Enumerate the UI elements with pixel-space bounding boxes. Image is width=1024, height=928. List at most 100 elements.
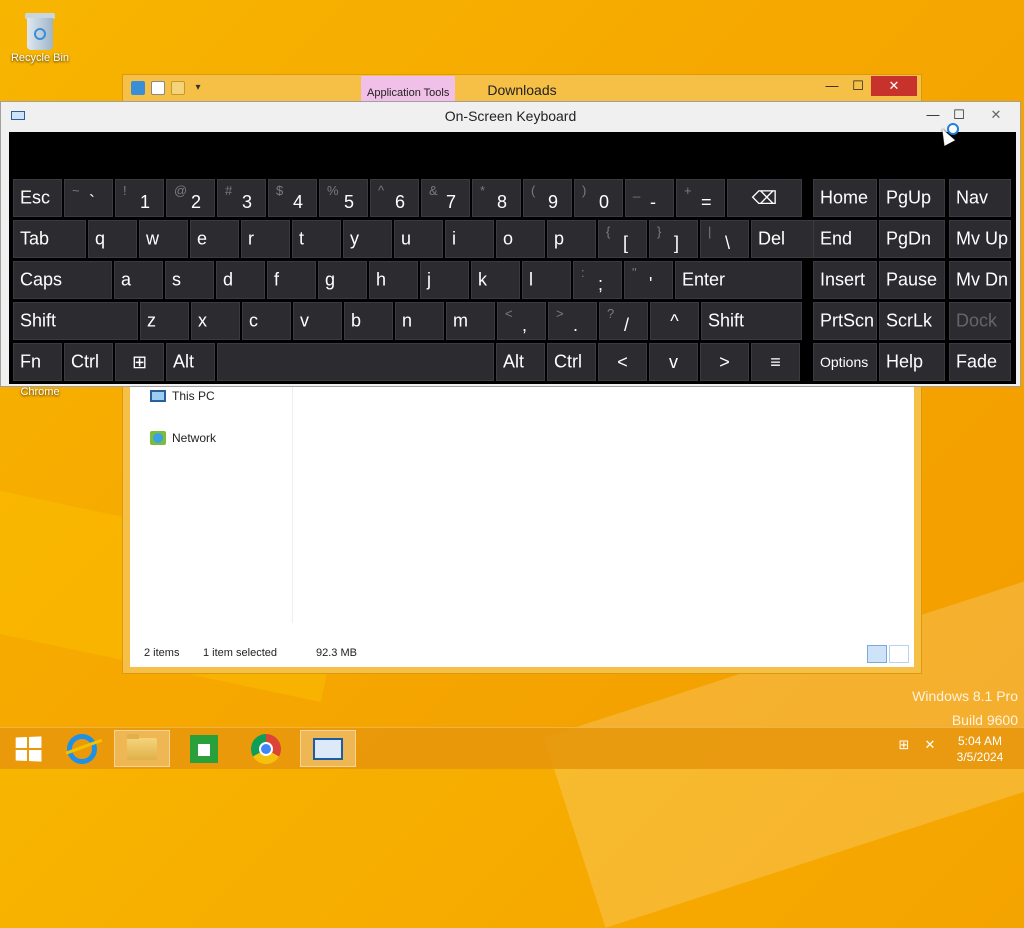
large-icons-view-button[interactable] — [889, 645, 909, 663]
key-enter[interactable]: Enter — [675, 261, 802, 299]
key-key[interactable]: ~ ` — [64, 179, 113, 217]
key-b[interactable]: b — [344, 302, 393, 340]
taskbar-file-explorer[interactable] — [114, 730, 170, 767]
key-arrow-left-icon[interactable]: < — [598, 343, 647, 381]
explorer-minimize-button[interactable]: — — [819, 76, 845, 96]
key-v[interactable]: v — [293, 302, 342, 340]
key-9[interactable]: (9 — [523, 179, 572, 217]
volume-muted-icon[interactable]: ✕ — [922, 737, 938, 753]
key-pgdn[interactable]: PgDn — [879, 220, 945, 258]
key-help[interactable]: Help — [879, 343, 945, 381]
key-k[interactable]: k — [471, 261, 520, 299]
taskbar-on-screen-keyboard[interactable] — [300, 730, 356, 767]
key-key[interactable]: _ - — [625, 179, 674, 217]
properties-icon[interactable] — [151, 81, 165, 95]
taskbar-chrome[interactable] — [238, 730, 294, 767]
key-j[interactable]: j — [420, 261, 469, 299]
desktop-icon-chrome-label[interactable]: Chrome — [0, 386, 80, 398]
key-d[interactable]: d — [216, 261, 265, 299]
key-f[interactable]: f — [267, 261, 316, 299]
key-u[interactable]: u — [394, 220, 443, 258]
key-l[interactable]: l — [522, 261, 571, 299]
key-m[interactable]: m — [446, 302, 495, 340]
key-c[interactable]: c — [242, 302, 291, 340]
explorer-app-icon[interactable] — [131, 81, 145, 95]
key-5[interactable]: % 5 — [319, 179, 368, 217]
key-key[interactable]: ? / — [599, 302, 648, 340]
desktop-icon-recycle-bin[interactable]: Recycle Bin — [0, 4, 80, 64]
osk-minimize-button[interactable]: — — [921, 105, 945, 125]
key-key[interactable]: :; — [573, 261, 622, 299]
application-tools-tab[interactable]: Application Tools — [361, 76, 456, 102]
key-pause[interactable]: Pause — [879, 261, 945, 299]
key-y[interactable]: y — [343, 220, 392, 258]
key-alt[interactable]: Alt — [496, 343, 545, 381]
key-4[interactable]: $4 — [268, 179, 317, 217]
key-esc[interactable]: Esc — [13, 179, 62, 217]
key-insert[interactable]: Insert — [813, 261, 877, 299]
key-ctrl[interactable]: Ctrl — [64, 343, 113, 381]
key-arrow-up-icon[interactable]: ^ — [650, 302, 699, 340]
key-n[interactable]: n — [395, 302, 444, 340]
nav-item-network[interactable]: Network — [150, 431, 216, 445]
key-key[interactable]: }] — [649, 220, 698, 258]
system-clock[interactable]: 5:04 AM 3/5/2024 — [950, 733, 1010, 765]
key-windows-logo-icon[interactable]: ⊞ — [115, 343, 164, 381]
key-p[interactable]: p — [547, 220, 596, 258]
key-arrow-down-icon[interactable]: v — [649, 343, 698, 381]
key-h[interactable]: h — [369, 261, 418, 299]
start-button[interactable] — [0, 730, 56, 767]
key-key[interactable]: " ' — [624, 261, 673, 299]
key-end[interactable]: End — [813, 220, 877, 258]
key-s[interactable]: s — [165, 261, 214, 299]
key-mv-dn[interactable]: Mv Dn — [949, 261, 1011, 299]
osk-close-button[interactable]: ✕ — [975, 105, 1017, 125]
key-nav[interactable]: Nav — [949, 179, 1011, 217]
key-prtscn[interactable]: PrtScn — [813, 302, 877, 340]
on-screen-keyboard-window[interactable]: On-Screen Keyboard — ☐ ✕ Esc ~ `! 1 @2 #3 $4% 5… — [0, 101, 1021, 387]
key-x[interactable]: x — [191, 302, 240, 340]
key-shift[interactable]: Shift — [13, 302, 138, 340]
customize-toolbar-icon[interactable]: ▾ — [191, 81, 205, 95]
taskbar-internet-explorer[interactable] — [54, 730, 110, 767]
key-7[interactable]: & 7 — [421, 179, 470, 217]
explorer-close-button[interactable]: ✕ — [871, 76, 917, 96]
key-a[interactable]: a — [114, 261, 163, 299]
taskbar-store[interactable] — [176, 730, 232, 767]
key-e[interactable]: e — [190, 220, 239, 258]
key-key[interactable]: <, — [497, 302, 546, 340]
key-q[interactable]: q — [88, 220, 137, 258]
key-w[interactable]: w — [139, 220, 188, 258]
key-spacebar[interactable] — [217, 343, 494, 381]
osk-title-bar[interactable]: On-Screen Keyboard — ☐ ✕ — [1, 102, 1020, 131]
key-g[interactable]: g — [318, 261, 367, 299]
key-caps[interactable]: Caps — [13, 261, 112, 299]
key-2[interactable]: @2 — [166, 179, 215, 217]
key-ctrl[interactable]: Ctrl — [547, 343, 596, 381]
network-status-icon[interactable]: ⊞ — [896, 737, 912, 753]
nav-item-this-pc[interactable]: This PC — [150, 389, 215, 403]
key-tab[interactable]: Tab — [13, 220, 86, 258]
key-key[interactable]: | \ — [700, 220, 749, 258]
key-backspace-icon[interactable]: ⌫ — [727, 179, 802, 217]
key-key[interactable]: + = — [676, 179, 725, 217]
key-i[interactable]: i — [445, 220, 494, 258]
new-folder-icon[interactable] — [171, 81, 185, 95]
explorer-maximize-button[interactable]: ☐ — [845, 76, 871, 96]
key-mv-up[interactable]: Mv Up — [949, 220, 1011, 258]
key-3[interactable]: #3 — [217, 179, 266, 217]
key-o[interactable]: o — [496, 220, 545, 258]
key-arrow-right-icon[interactable]: > — [700, 343, 749, 381]
explorer-title-bar[interactable]: Downloads ▾ Application Tools — ☐ ✕ — [123, 75, 921, 103]
key-6[interactable]: ^ 6 — [370, 179, 419, 217]
key-scrlk[interactable]: ScrLk — [879, 302, 945, 340]
key-menu-key-icon[interactable]: ≡ — [751, 343, 800, 381]
key-1[interactable]: ! 1 — [115, 179, 164, 217]
key-r[interactable]: r — [241, 220, 290, 258]
key-key[interactable]: {[ — [598, 220, 647, 258]
key-alt[interactable]: Alt — [166, 343, 215, 381]
key-fade[interactable]: Fade — [949, 343, 1011, 381]
key-shift[interactable]: Shift — [701, 302, 802, 340]
key-0[interactable]: ) 0 — [574, 179, 623, 217]
details-view-button[interactable] — [867, 645, 887, 663]
